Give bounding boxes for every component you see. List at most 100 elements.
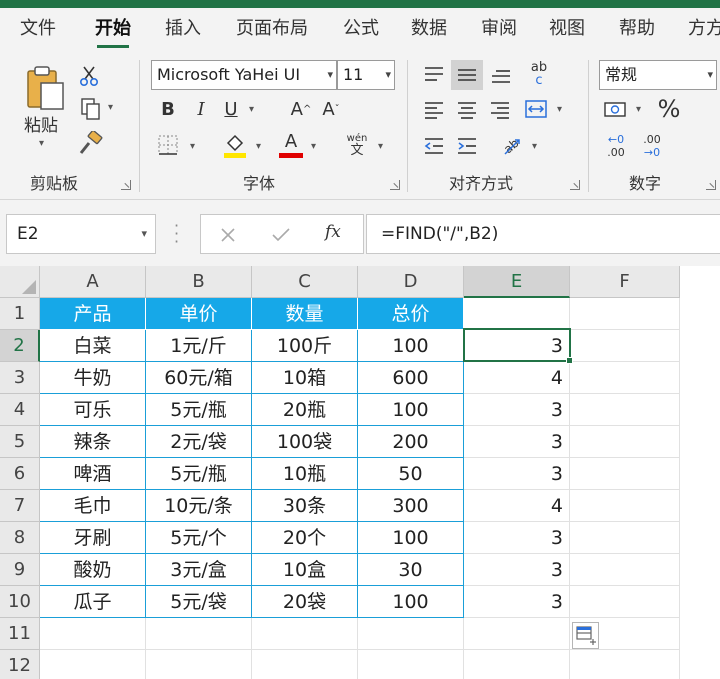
- cell-c9[interactable]: 10盒: [252, 554, 358, 586]
- underline-button[interactable]: U: [220, 96, 242, 122]
- cell-c5[interactable]: 100袋: [252, 426, 358, 458]
- cell-b4[interactable]: 5元/瓶: [146, 394, 252, 426]
- cell-a2[interactable]: 白菜: [40, 330, 146, 362]
- cell-e6[interactable]: 3: [464, 458, 570, 490]
- accounting-format-button[interactable]: [601, 96, 631, 124]
- orientation-dropdown-icon[interactable]: ▾: [532, 141, 537, 152]
- align-top-button[interactable]: [418, 60, 450, 90]
- column-header-a[interactable]: A: [40, 266, 146, 298]
- orientation-button[interactable]: ab: [497, 130, 527, 160]
- increase-indent-button[interactable]: [452, 132, 482, 160]
- column-header-b[interactable]: B: [146, 266, 252, 298]
- cell-c2[interactable]: 100斤: [252, 330, 358, 362]
- cell-c8[interactable]: 20个: [252, 522, 358, 554]
- row-header-11[interactable]: 11: [0, 618, 40, 650]
- cell-f3[interactable]: [570, 362, 680, 394]
- cell-d4[interactable]: 100: [358, 394, 464, 426]
- cell-e10[interactable]: 3: [464, 586, 570, 618]
- cancel-icon[interactable]: [219, 226, 237, 244]
- cell-e11[interactable]: [464, 618, 570, 650]
- cell-c7[interactable]: 30条: [252, 490, 358, 522]
- tab-review[interactable]: 审阅: [481, 8, 517, 52]
- font-size-combo[interactable]: 11 ▾: [337, 60, 395, 90]
- column-header-d[interactable]: D: [358, 266, 464, 298]
- row-header-5[interactable]: 5: [0, 426, 40, 458]
- wrap-text-button[interactable]: ab c: [524, 58, 554, 90]
- cell-d1[interactable]: 总价: [358, 298, 464, 330]
- merge-dropdown-icon[interactable]: ▾: [557, 104, 562, 115]
- align-middle-button[interactable]: [451, 60, 483, 90]
- cell-a12[interactable]: [40, 650, 146, 679]
- fill-handle[interactable]: [566, 357, 573, 364]
- cell-a8[interactable]: 牙刷: [40, 522, 146, 554]
- cell-f7[interactable]: [570, 490, 680, 522]
- cell-b7[interactable]: 10元/条: [146, 490, 252, 522]
- cell-b6[interactable]: 5元/瓶: [146, 458, 252, 490]
- shrink-font-button[interactable]: Aˇ: [320, 96, 342, 122]
- cell-d7[interactable]: 300: [358, 490, 464, 522]
- cell-c3[interactable]: 10箱: [252, 362, 358, 394]
- copy-dropdown-icon[interactable]: ▾: [108, 102, 113, 113]
- name-box[interactable]: E2 ▾: [6, 214, 156, 254]
- align-bottom-button[interactable]: [485, 60, 517, 90]
- clipboard-launcher-icon[interactable]: [121, 180, 131, 190]
- cell-a6[interactable]: 啤酒: [40, 458, 146, 490]
- cell-f2[interactable]: [570, 330, 680, 362]
- row-header-9[interactable]: 9: [0, 554, 40, 586]
- row-header-2[interactable]: 2: [0, 330, 40, 362]
- cell-b11[interactable]: [146, 618, 252, 650]
- cell-a11[interactable]: [40, 618, 146, 650]
- number-format-combo[interactable]: 常规 ▾: [599, 60, 717, 90]
- cell-e5[interactable]: 3: [464, 426, 570, 458]
- cell-d10[interactable]: 100: [358, 586, 464, 618]
- alignment-launcher-icon[interactable]: [570, 180, 580, 190]
- cell-d9[interactable]: 30: [358, 554, 464, 586]
- align-right-button[interactable]: [485, 96, 515, 124]
- cell-c6[interactable]: 10瓶: [252, 458, 358, 490]
- font-name-combo[interactable]: Microsoft YaHei UI ▾: [151, 60, 337, 90]
- align-center-button[interactable]: [452, 96, 482, 124]
- cell-d6[interactable]: 50: [358, 458, 464, 490]
- cell-a5[interactable]: 辣条: [40, 426, 146, 458]
- tab-view[interactable]: 视图: [549, 8, 585, 52]
- column-header-e[interactable]: E: [464, 266, 570, 298]
- cell-e4[interactable]: 3: [464, 394, 570, 426]
- copy-button[interactable]: [78, 96, 104, 122]
- cell-d2[interactable]: 100: [358, 330, 464, 362]
- cell-d5[interactable]: 200: [358, 426, 464, 458]
- number-launcher-icon[interactable]: [706, 180, 716, 190]
- font-launcher-icon[interactable]: [390, 180, 400, 190]
- phonetic-dropdown-icon[interactable]: ▾: [378, 141, 383, 152]
- more-options-icon[interactable]: · · ·: [174, 218, 179, 250]
- select-all-corner[interactable]: [0, 266, 40, 298]
- borders-button[interactable]: [155, 132, 181, 158]
- cell-f10[interactable]: [570, 586, 680, 618]
- tab-data[interactable]: 数据: [411, 8, 447, 52]
- cell-b5[interactable]: 2元/袋: [146, 426, 252, 458]
- row-header-3[interactable]: 3: [0, 362, 40, 394]
- cell-f6[interactable]: [570, 458, 680, 490]
- paste-button[interactable]: [20, 64, 70, 112]
- paste-dropdown-icon[interactable]: ▾: [39, 138, 44, 149]
- formula-input[interactable]: =FIND("/",B2): [366, 214, 720, 254]
- quick-analysis-button[interactable]: [572, 622, 599, 649]
- cell-a3[interactable]: 牛奶: [40, 362, 146, 394]
- cell-a1[interactable]: 产品: [40, 298, 146, 330]
- cell-a10[interactable]: 瓜子: [40, 586, 146, 618]
- cell-f8[interactable]: [570, 522, 680, 554]
- bold-button[interactable]: B: [157, 96, 179, 122]
- fill-color-dropdown-icon[interactable]: ▾: [256, 141, 261, 152]
- cell-f5[interactable]: [570, 426, 680, 458]
- tab-formulas[interactable]: 公式: [343, 8, 379, 52]
- grow-font-button[interactable]: A ^: [290, 96, 312, 122]
- cell-d12[interactable]: [358, 650, 464, 679]
- percent-button[interactable]: %: [655, 94, 683, 124]
- italic-button[interactable]: I: [190, 96, 212, 122]
- increase-decimal-button[interactable]: ←0 .00: [600, 130, 632, 162]
- tab-insert[interactable]: 插入: [165, 8, 201, 52]
- cell-b3[interactable]: 60元/箱: [146, 362, 252, 394]
- font-color-dropdown-icon[interactable]: ▾: [311, 141, 316, 152]
- insert-function-icon[interactable]: fx: [325, 222, 341, 242]
- column-header-f[interactable]: F: [570, 266, 680, 298]
- accounting-dropdown-icon[interactable]: ▾: [636, 104, 641, 115]
